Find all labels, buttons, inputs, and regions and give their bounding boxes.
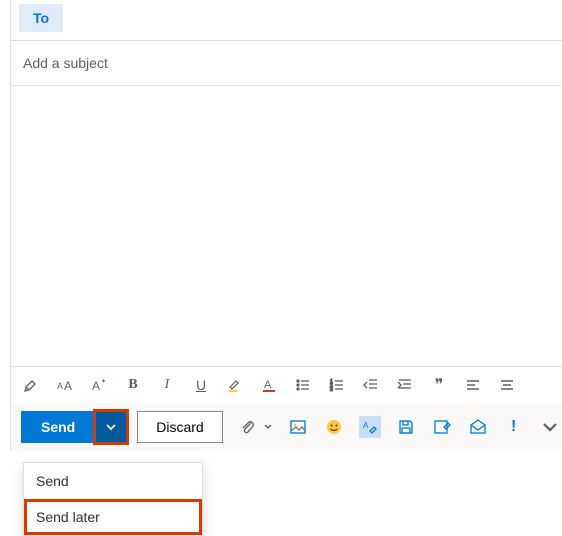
format-painter-icon[interactable] [21,375,41,395]
action-toolbar: Send Discard A [11,403,562,451]
subject-input[interactable] [11,41,562,85]
quote-button[interactable]: ❞ [429,375,449,395]
send-options-chevron[interactable] [95,411,127,443]
send-menu-item-send-later[interactable]: Send later [24,499,202,535]
send-split-button: Send [21,411,127,443]
formatting-toggle-icon[interactable]: A [359,416,381,438]
font-color-button[interactable]: A [259,375,279,395]
message-body[interactable] [11,86,562,366]
underline-button[interactable]: U [191,375,211,395]
discard-button[interactable]: Discard [137,411,222,443]
attach-icon[interactable] [237,416,259,438]
font-size-icon[interactable]: A✦ [89,375,109,395]
attach-chevron-icon[interactable] [263,416,273,438]
format-toolbar: AA A✦ B I U A 123 ❞ [11,366,562,403]
svg-text:✦: ✦ [101,378,106,385]
to-row: To [11,0,562,41]
align-left-button[interactable] [463,375,483,395]
save-draft-icon[interactable] [395,416,417,438]
indent-button[interactable] [395,375,415,395]
highlight-button[interactable] [225,375,245,395]
svg-text:A: A [64,379,72,393]
to-button[interactable]: To [19,4,63,32]
svg-text:A: A [57,381,63,391]
svg-text:A: A [92,379,100,393]
outdent-button[interactable] [361,375,381,395]
bullet-list-button[interactable] [293,375,313,395]
subject-row [11,41,562,86]
font-icon[interactable]: AA [55,375,75,395]
more-actions-chevron-icon[interactable] [539,416,561,438]
italic-button[interactable]: I [157,375,177,395]
svg-text:3: 3 [330,387,333,393]
align-center-button[interactable] [497,375,517,395]
numbered-list-button[interactable]: 123 [327,375,347,395]
send-menu-item-send[interactable]: Send [24,463,202,499]
send-options-menu: Send Send later [23,462,203,536]
svg-text:A: A [264,379,272,391]
send-button[interactable]: Send [21,411,95,443]
svg-text:A: A [363,421,369,430]
importance-icon[interactable]: ! [503,416,525,438]
insert-picture-icon[interactable] [287,416,309,438]
emoji-icon[interactable] [323,416,345,438]
bold-button[interactable]: B [123,375,143,395]
encrypt-icon[interactable] [467,416,489,438]
signature-icon[interactable] [431,416,453,438]
